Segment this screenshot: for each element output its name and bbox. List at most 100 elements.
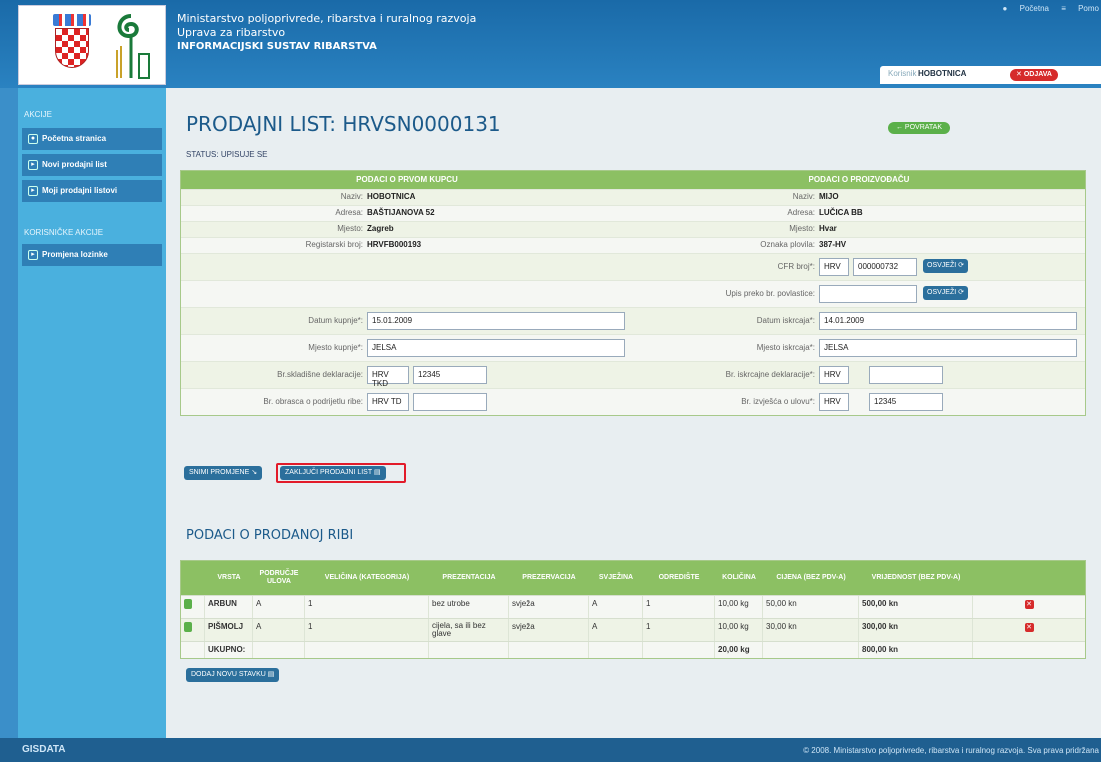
origin-form-prefix[interactable]: HRV TD (367, 393, 409, 411)
footer-brand: GISDATA (22, 744, 66, 755)
finish-sales-list-button[interactable]: ZAKLJUČI PRODAJNI LIST ▤ (280, 466, 386, 480)
buyer-name: HOBOTNICA (367, 192, 416, 201)
storage-declaration-prefix[interactable]: HRV TKD (367, 366, 409, 388)
status-text: STATUS: UPISUJE SE (186, 150, 268, 159)
cell-preservation: svježa (509, 619, 589, 641)
field-label: Adresa: (787, 208, 815, 217)
sidebar-item-change-password[interactable]: ▸ Promjena lozinke (22, 244, 162, 266)
sidebar-item-new-sales-list[interactable]: ▸ Novi prodajni list (22, 154, 162, 176)
edit-icon[interactable] (184, 599, 192, 609)
landing-place-input[interactable]: JELSA (819, 339, 1077, 357)
save-changes-button[interactable]: SNIMI PROMJENE ↘ (184, 466, 263, 480)
delete-icon[interactable]: ✕ (1024, 600, 1034, 609)
form-row: CFR broj*: HRV 000000732 OSVJEŽI ⟳ (181, 253, 1085, 280)
buyer-address: BAŠTIJANOVA 52 (367, 208, 435, 217)
cell-destination: 1 (643, 619, 715, 641)
edit-icon[interactable] (184, 622, 192, 632)
form-row: Adresa: BAŠTIJANOVA 52 Adresa: LUČICA BB (181, 205, 1085, 221)
arrow-icon: ▸ (28, 250, 38, 260)
cell-quantity: 10,00 kg (715, 619, 763, 641)
refresh-cfr-button[interactable]: OSVJEŽI ⟳ (923, 259, 968, 273)
vessel-mark: 387-HV (819, 240, 847, 249)
landing-date-input[interactable]: 14.01.2009 (819, 312, 1077, 330)
producer-name: MIJO (819, 192, 839, 201)
registration-number: HRVFB000193 (367, 240, 422, 249)
cell-price: 50,00 kn (763, 596, 859, 618)
top-links: ● Početna ≡ Pomo (993, 4, 1099, 13)
cell-species: ARBUN (205, 596, 253, 618)
org-line-3: INFORMACIJSKI SUSTAV RIBARSTVA (177, 41, 377, 52)
producer-header: PODACI O PROIZVOĐAČU (808, 175, 910, 184)
back-button[interactable]: ← POVRATAK (888, 122, 950, 134)
landing-declaration-input[interactable] (869, 366, 943, 384)
purchase-place-input[interactable]: JELSA (367, 339, 625, 357)
field-label: Br. obrasca o podrijetlu ribe: (263, 397, 363, 406)
add-item-button[interactable]: DODAJ NOVU STAVKU ▤ (186, 668, 280, 682)
cell-quantity: 10,00 kg (715, 596, 763, 618)
coat-of-arms-icon (53, 14, 91, 74)
total-label: UKUPNO: (205, 642, 253, 658)
producer-city: Hvar (819, 224, 837, 233)
cell-freshness: A (589, 596, 643, 618)
logo-area (18, 5, 166, 85)
buyer-header: PODACI O PRVOM KUPCU (356, 175, 458, 184)
cfr-number-input[interactable]: 000000732 (853, 258, 917, 276)
field-label: Adresa: (335, 208, 363, 217)
table-row: ARBUN A 1 bez utrobe svježa A 1 10,00 kg… (181, 595, 1085, 618)
help-link[interactable]: ≡ Pomo (1061, 4, 1099, 13)
field-label: Mjesto iskrcaja*: (756, 343, 815, 352)
field-label: Mjesto: (337, 224, 363, 233)
sidebar: AKCIJE ● Početna stranica ▸ Novi prodajni … (18, 88, 166, 738)
sidebar-item-my-sales-lists[interactable]: ▸ Moji prodajni listovi (22, 180, 162, 202)
form-row: Datum kupnje*: 15.01.2009 Datum iskrcaja… (181, 307, 1085, 334)
field-label: Datum kupnje*: (308, 316, 363, 325)
cell-value: 300,00 kn (859, 619, 973, 641)
form-row: Naziv: HOBOTNICA Naziv: MIJO (181, 189, 1085, 205)
field-label: Naziv: (792, 192, 815, 201)
delete-icon[interactable]: ✕ (1024, 623, 1034, 632)
footer-copyright: © 2008. Ministarstvo poljoprivrede, riba… (803, 746, 1099, 755)
buyer-city: Zagreb (367, 224, 394, 233)
catch-report-input[interactable]: 12345 (869, 393, 943, 411)
form-row: Br.skladišne deklaracije: HRV TKD 12345 … (181, 361, 1085, 388)
col-header: ODREDIŠTE (658, 574, 700, 581)
field-label: Br. iskrcajne deklaracije*: (725, 370, 815, 379)
producer-address: LUČICA BB (819, 208, 863, 217)
license-input[interactable] (819, 285, 917, 303)
field-label: Registarski broj: (305, 240, 363, 249)
sidebar-item-home[interactable]: ● Početna stranica (22, 128, 162, 150)
refresh-license-button[interactable]: OSVJEŽI ⟳ (923, 286, 968, 300)
page-title: PRODAJNI LIST: HRVSN0000131 (186, 112, 501, 136)
form-row: Br. obrasca o podrijetlu ribe: HRV TD Br… (181, 388, 1085, 415)
storage-declaration-input[interactable]: 12345 (413, 366, 487, 384)
home-link[interactable]: ● Početna (1003, 4, 1049, 13)
col-header: VRSTA (217, 574, 241, 581)
cell-size: 1 (305, 619, 429, 641)
field-label: Upis preko br. povlastice: (725, 289, 815, 298)
field-label: Br. izvješća o ulovu*: (741, 397, 815, 406)
section-title-fish: PODACI O PRODANOJ RIBI (186, 528, 354, 543)
landing-declaration-prefix[interactable]: HRV (819, 366, 849, 384)
catch-report-prefix[interactable]: HRV (819, 393, 849, 411)
col-header: SVJEŽINA (598, 574, 634, 581)
user-name: HOBOTNICA (918, 69, 967, 78)
logout-button[interactable]: ✕ ODJAVA (1010, 69, 1058, 81)
user-label: Korisnik (888, 69, 917, 78)
home-icon: ● (28, 134, 38, 144)
field-label: CFR broj*: (777, 262, 815, 271)
col-header: PODRUČJE ULOVA (259, 570, 299, 585)
cell-preservation: svježa (509, 596, 589, 618)
col-header: PREZENTACIJA (442, 574, 496, 581)
purchase-date-input[interactable]: 15.01.2009 (367, 312, 625, 330)
cfr-prefix-input[interactable]: HRV (819, 258, 849, 276)
table-header: VRSTA PODRUČJE ULOVA VELIČINA (KATEGORIJ… (181, 561, 1085, 595)
origin-form-input[interactable] (413, 393, 487, 411)
cell-price: 30,00 kn (763, 619, 859, 641)
table-row: PIŠMOLJ A 1 cijela, sa ili bez glave svj… (181, 618, 1085, 641)
cell-presentation: bez utrobe (429, 596, 509, 618)
footer: GISDATA © 2008. Ministarstvo poljoprivre… (0, 738, 1101, 762)
field-label: Naziv: (340, 192, 363, 201)
cell-size: 1 (305, 596, 429, 618)
sales-form: PODACI O PRVOM KUPCU PODACI O PROIZVOĐAČ… (180, 170, 1086, 416)
fish-table: VRSTA PODRUČJE ULOVA VELIČINA (KATEGORIJ… (180, 560, 1086, 659)
